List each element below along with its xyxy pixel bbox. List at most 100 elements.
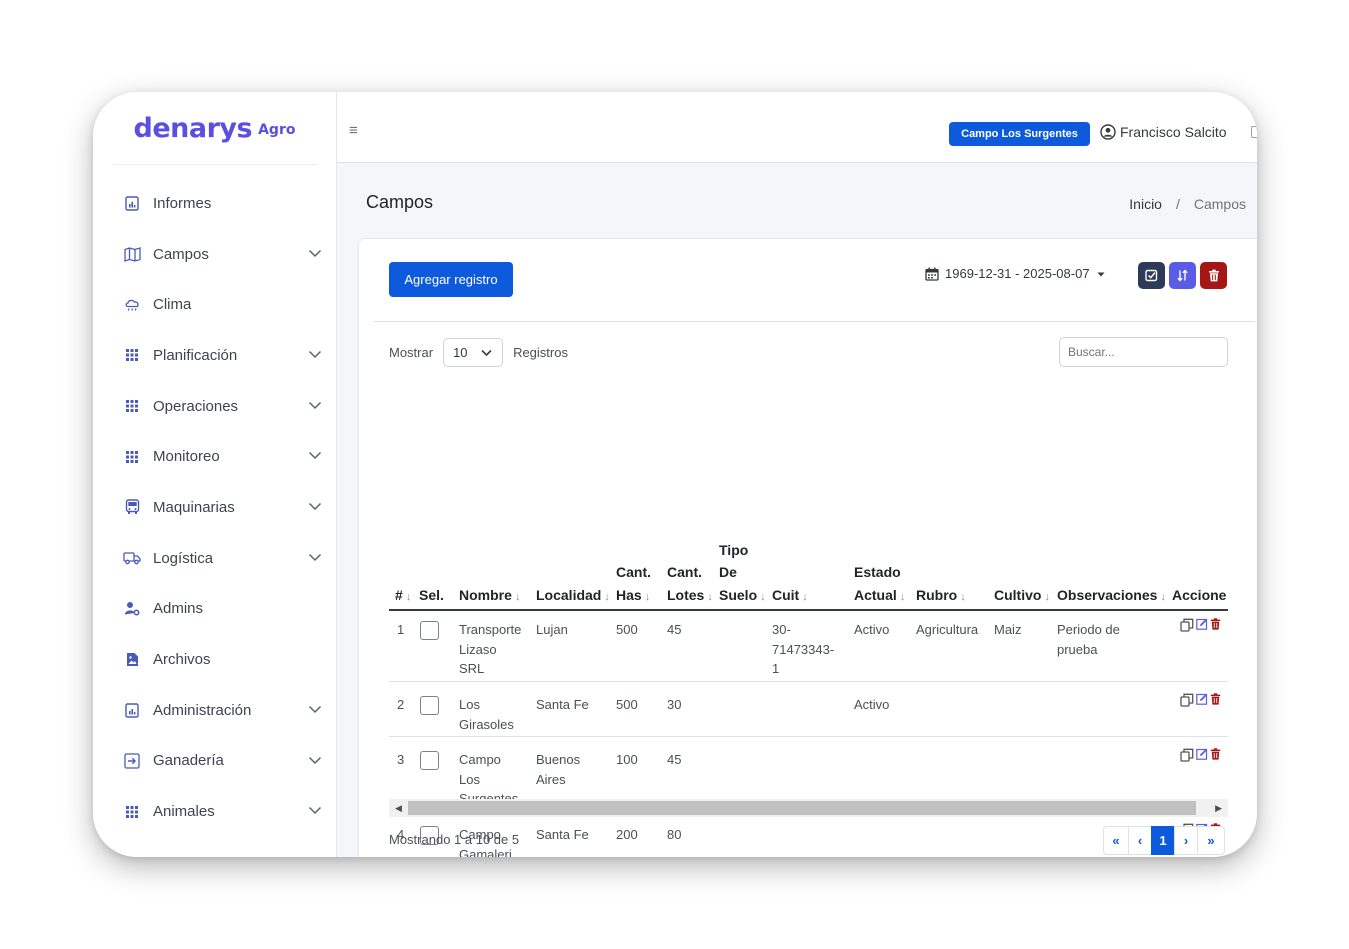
last-page-button[interactable]: » (1197, 826, 1225, 855)
report-icon (123, 701, 141, 719)
prev-page-button[interactable]: ‹ (1128, 826, 1152, 855)
campo-selector-button[interactable]: Campo Los Surgentes (949, 122, 1090, 146)
breadcrumb-home-link[interactable]: Inicio (1129, 196, 1162, 212)
page-1-button[interactable]: 1 (1151, 826, 1175, 855)
page-title: Campos (366, 192, 434, 212)
sort-arrow-icon[interactable]: ↓ (897, 591, 906, 603)
sidebar-item-maquinarias[interactable]: Maquinarias (93, 482, 336, 533)
sidebar-item-logistica[interactable]: Logística (93, 533, 336, 584)
trash-icon[interactable] (1210, 748, 1221, 760)
row-select-checkbox[interactable] (420, 621, 439, 640)
next-page-button[interactable]: › (1174, 826, 1198, 855)
edit-icon[interactable] (1196, 693, 1208, 705)
sort-arrow-icon[interactable]: ↓ (601, 591, 610, 603)
chevron-down-icon[interactable] (308, 803, 322, 817)
first-page-button[interactable]: « (1103, 826, 1129, 855)
column-header[interactable]: Cuit ↓ (772, 584, 808, 609)
brand-logo: denarys (133, 112, 253, 144)
column-header[interactable]: Cant. (667, 561, 702, 584)
column-header[interactable]: De (719, 561, 737, 584)
sort-arrow-icon[interactable]: ↓ (957, 591, 966, 603)
scrollbar-thumb[interactable] (408, 801, 1196, 815)
sidebar-item-ganaderia[interactable]: Ganadería (93, 736, 336, 787)
select-all-button[interactable] (1138, 262, 1165, 289)
delete-selected-button[interactable] (1200, 262, 1227, 289)
brand[interactable]: denarys Agro (113, 92, 316, 165)
page-length-control: Mostrar 10 Registros (389, 338, 568, 367)
chevron-down-icon[interactable] (308, 702, 322, 716)
window-icon[interactable] (1251, 126, 1257, 138)
page-length-select[interactable]: 10 (443, 338, 504, 367)
sidebar-item-clima[interactable]: Clima (93, 279, 336, 330)
duplicate-icon[interactable] (1180, 618, 1194, 632)
column-header-label: Cant. (616, 564, 651, 580)
column-header: Accione (1172, 584, 1226, 607)
chevron-down-icon[interactable] (308, 398, 322, 412)
add-record-button[interactable]: Agregar registro (389, 262, 513, 297)
trash-icon[interactable] (1210, 618, 1221, 630)
chevron-down-icon[interactable] (308, 753, 322, 767)
column-header[interactable]: # ↓ (395, 584, 411, 609)
sort-button[interactable] (1169, 262, 1196, 289)
sort-arrow-icon[interactable]: ↓ (403, 591, 412, 603)
duplicate-icon[interactable] (1180, 693, 1194, 707)
sidebar-item-planificacion[interactable]: Planificación (93, 330, 336, 381)
scroll-left-icon[interactable]: ◀ (395, 803, 402, 814)
chevron-down-icon[interactable] (308, 499, 322, 513)
horizontal-scrollbar[interactable]: ◀ ▶ (389, 799, 1228, 817)
column-header[interactable]: Cant. (616, 561, 651, 584)
chevron-down-icon[interactable] (308, 550, 322, 564)
sidebar-item-label: Admins (153, 600, 204, 618)
column-header[interactable]: Rubro ↓ (916, 584, 966, 609)
sidebar-item-informes[interactable]: Informes (93, 178, 336, 229)
column-header[interactable]: Suelo ↓ (719, 584, 766, 609)
menu-toggle-icon[interactable]: ≡ (349, 122, 358, 139)
column-header[interactable]: Nombre ↓ (459, 584, 520, 609)
date-range-picker[interactable]: 1969-12-31 - 2025-08-07 (925, 266, 1106, 281)
search-input[interactable] (1059, 337, 1228, 367)
column-header[interactable]: Observaciones ↓ (1057, 584, 1166, 609)
sidebar-item-campos[interactable]: Campos (93, 229, 336, 280)
sidebar-item-administracion[interactable]: Administración (93, 685, 336, 736)
column-header-label: Sel. (419, 586, 444, 603)
sort-arrow-icon[interactable]: ↓ (757, 591, 766, 603)
cell-localidad: Lujan (536, 622, 568, 637)
sort-arrow-icon[interactable]: ↓ (799, 591, 808, 603)
column-header[interactable]: Cultivo ↓ (994, 584, 1050, 609)
chevron-down-icon[interactable] (308, 246, 322, 260)
user-menu[interactable]: Francisco Salcito (1100, 124, 1227, 140)
sort-arrow-icon[interactable]: ↓ (642, 591, 651, 603)
edit-icon[interactable] (1196, 618, 1208, 630)
cloud-icon (123, 296, 141, 314)
sidebar-item-animales[interactable]: Animales (93, 786, 336, 837)
sidebar-item-monitoreo[interactable]: Monitoreo (93, 431, 336, 482)
report-icon (123, 194, 141, 212)
chevron-down-icon[interactable] (308, 347, 322, 361)
scroll-right-icon[interactable]: ▶ (1215, 803, 1222, 814)
row-select-checkbox[interactable] (420, 696, 439, 715)
column-header[interactable]: Localidad ↓ (536, 584, 610, 609)
calendar-icon (925, 267, 939, 281)
edit-icon[interactable] (1196, 748, 1208, 760)
table-row-divider (389, 736, 1228, 737)
column-header[interactable]: Lotes ↓ (667, 584, 713, 609)
row-actions (1180, 618, 1221, 632)
trash-icon[interactable] (1210, 693, 1221, 705)
column-header[interactable]: Estado (854, 561, 901, 584)
breadcrumb-separator: / (1175, 196, 1180, 212)
sidebar-item-archivos[interactable]: Archivos (93, 634, 336, 685)
sort-arrow-icon[interactable]: ↓ (1041, 591, 1051, 603)
chevron-down-icon[interactable] (308, 448, 322, 462)
check-square-icon (1145, 269, 1158, 282)
sidebar-item-admins[interactable]: Admins (93, 584, 336, 635)
row-select-checkbox[interactable] (420, 751, 439, 770)
column-header[interactable]: Actual ↓ (854, 584, 905, 609)
sidebar-item-operaciones[interactable]: Operaciones (93, 381, 336, 432)
cell-num: 2 (397, 697, 405, 712)
sort-arrow-icon[interactable]: ↓ (1157, 591, 1166, 603)
column-header[interactable]: Has ↓ (616, 584, 650, 609)
sort-arrow-icon[interactable]: ↓ (512, 591, 521, 603)
sort-arrow-icon[interactable]: ↓ (704, 591, 713, 603)
column-header[interactable]: Tipo (719, 539, 748, 562)
duplicate-icon[interactable] (1180, 748, 1194, 762)
